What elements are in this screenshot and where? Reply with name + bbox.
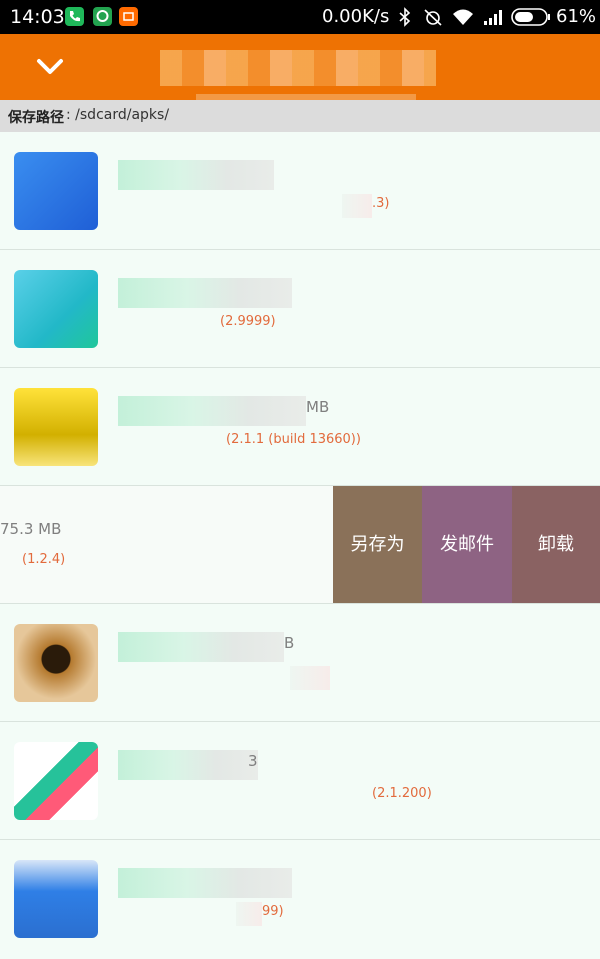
send-email-button[interactable]: 发邮件 [422,486,512,603]
status-time: 14:03 [10,6,65,28]
alarm-off-icon [422,7,444,31]
battery-icon [511,8,551,30]
app-name-redacted [118,632,284,662]
status-bar: 14:03 0.00K/s 61% [0,0,600,34]
list-item-swiped[interactable]: 75.3 MB (1.2.4) 另存为 发邮件 卸载 [0,486,600,604]
wifi-icon [452,7,474,31]
version-redacted [236,902,262,926]
app-version: (2.1.200) [372,786,432,801]
app-size: MB [306,398,330,416]
version-redacted [342,194,372,218]
app-icon [14,388,98,466]
save-path-bar: 保存路径 : /sdcard/apks/ [0,100,600,132]
page-title-redacted [160,50,436,86]
phone-app-icon [65,7,84,26]
apk-list[interactable]: .3) (2.9999) MB (2.1.1 (build 13660)) 75… [0,132,600,959]
app-icon [14,624,98,702]
list-item[interactable]: MB (2.1.1 (build 13660)) [0,368,600,486]
app-icon [14,152,98,230]
app-version: (2.1.1 (build 13660)) [226,432,361,447]
save-as-button[interactable]: 另存为 [333,486,422,603]
app-version: (1.2.4) [22,552,66,567]
signal-icon [482,7,504,31]
app-icon [14,270,98,348]
app-size: 3 [248,752,258,770]
list-item[interactable]: 3 (2.1.200) [0,722,600,840]
app-name-redacted [118,750,258,780]
app-size: 75.3 MB [0,520,62,538]
app-name-redacted [118,160,274,190]
app-name-redacted [118,396,306,426]
app-name-redacted [118,868,292,898]
list-item[interactable]: (2.9999) [0,250,600,368]
save-path-label: 保存路径 [8,110,64,126]
app-icon [14,860,98,938]
app-name-redacted [118,278,292,308]
app-version: 99) [262,904,284,919]
mi-app-icon [119,7,138,26]
chat-app-icon [93,7,112,26]
chevron-down-icon [37,59,63,74]
save-path-value: : /sdcard/apks/ [66,107,170,123]
list-item[interactable]: B [0,604,600,722]
app-version: .3) [372,196,390,211]
version-redacted [290,666,330,690]
uninstall-button[interactable]: 卸载 [512,486,600,603]
battery-percent: 61% [556,6,597,27]
collapse-button[interactable] [26,48,74,86]
list-item[interactable]: .3) [0,132,600,250]
app-version: (2.9999) [220,314,276,329]
list-item[interactable]: 99) [0,840,600,959]
app-size: B [284,634,295,652]
app-bar [0,34,600,108]
app-icon [14,742,98,820]
bluetooth-icon [398,7,412,31]
net-speed: 0.00K/s [322,6,390,27]
